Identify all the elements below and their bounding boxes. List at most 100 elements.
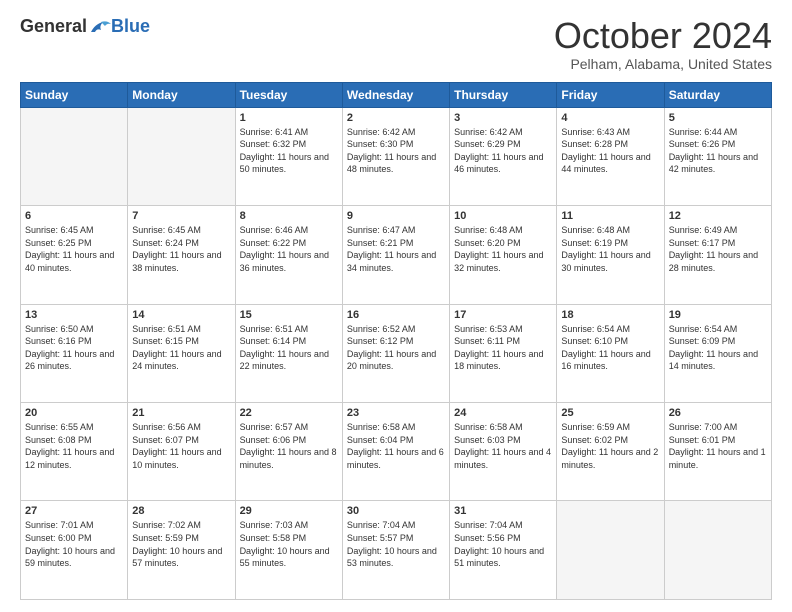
day-number: 31 <box>454 505 552 517</box>
calendar-week-row: 20 Sunrise: 6:55 AM Sunset: 6:08 PM Dayli… <box>21 403 772 501</box>
day-info: Sunrise: 6:51 AM Sunset: 6:15 PM Dayligh… <box>132 323 230 373</box>
table-row: 23Sunrise: 6:58 AM Sunset: 6:04 PM Dayli… <box>342 403 449 501</box>
day-info: Sunrise: 7:03 AM Sunset: 5:58 PM Dayligh… <box>240 519 338 569</box>
day-info: Sunrise: 6:55 AM Sunset: 6:08 PM Dayligh… <box>25 421 123 471</box>
day-info: Sunrise: 7:04 AM Sunset: 5:56 PM Dayligh… <box>454 519 552 569</box>
calendar-week-row: 13 Sunrise: 6:50 AM Sunset: 6:16 PM Dayli… <box>21 304 772 402</box>
day-number: 8 <box>240 210 338 222</box>
day-number: 16 <box>347 309 445 321</box>
table-row: 13 Sunrise: 6:50 AM Sunset: 6:16 PM Dayli… <box>21 304 128 402</box>
day-info: Sunrise: 6:44 AM Sunset: 6:26 PM Dayligh… <box>669 126 767 176</box>
page: General Blue October 2024 Pelham, Alabam… <box>0 0 792 612</box>
table-row: 15 Sunrise: 6:51 AM Sunset: 6:14 PM Dayli… <box>235 304 342 402</box>
day-info: Sunrise: 6:45 AM Sunset: 6:24 PM Dayligh… <box>132 224 230 274</box>
table-row: 7Sunrise: 6:45 AM Sunset: 6:24 PM Daylig… <box>128 206 235 304</box>
day-number: 3 <box>454 112 552 124</box>
day-info: Sunrise: 6:43 AM Sunset: 6:28 PM Dayligh… <box>561 126 659 176</box>
day-number: 15 <box>240 309 338 321</box>
day-number: 13 <box>25 309 123 321</box>
logo: General Blue <box>20 16 150 37</box>
day-number: 22 <box>240 407 338 419</box>
col-saturday: Saturday <box>664 82 771 107</box>
day-info: Sunrise: 6:52 AM Sunset: 6:12 PM Dayligh… <box>347 323 445 373</box>
day-number: 10 <box>454 210 552 222</box>
day-number: 21 <box>132 407 230 419</box>
table-row: 11 Sunrise: 6:48 AM Sunset: 6:19 PM Dayli… <box>557 206 664 304</box>
day-number: 25 <box>561 407 659 419</box>
table-row: 24Sunrise: 6:58 AM Sunset: 6:03 PM Dayli… <box>450 403 557 501</box>
day-info: Sunrise: 6:58 AM Sunset: 6:04 PM Dayligh… <box>347 421 445 471</box>
calendar-table: Sunday Monday Tuesday Wednesday Thursday… <box>20 82 772 600</box>
table-row: 26Sunrise: 7:00 AM Sunset: 6:01 PM Dayli… <box>664 403 771 501</box>
day-info: Sunrise: 6:47 AM Sunset: 6:21 PM Dayligh… <box>347 224 445 274</box>
day-number: 6 <box>25 210 123 222</box>
calendar-week-row: 6 Sunrise: 6:45 AM Sunset: 6:25 PM Daylig… <box>21 206 772 304</box>
day-info: Sunrise: 6:54 AM Sunset: 6:09 PM Dayligh… <box>669 323 767 373</box>
day-number: 27 <box>25 505 123 517</box>
day-info: Sunrise: 6:42 AM Sunset: 6:30 PM Dayligh… <box>347 126 445 176</box>
day-info: Sunrise: 7:01 AM Sunset: 6:00 PM Dayligh… <box>25 519 123 569</box>
table-row: 21 Sunrise: 6:56 AM Sunset: 6:07 PM Dayli… <box>128 403 235 501</box>
day-number: 24 <box>454 407 552 419</box>
col-friday: Friday <box>557 82 664 107</box>
table-row: 22Sunrise: 6:57 AM Sunset: 6:06 PM Dayli… <box>235 403 342 501</box>
table-row <box>128 107 235 205</box>
day-number: 9 <box>347 210 445 222</box>
day-info: Sunrise: 6:54 AM Sunset: 6:10 PM Dayligh… <box>561 323 659 373</box>
day-number: 29 <box>240 505 338 517</box>
day-info: Sunrise: 6:41 AM Sunset: 6:32 PM Dayligh… <box>240 126 338 176</box>
table-row: 30 Sunrise: 7:04 AM Sunset: 5:57 PM Dayli… <box>342 501 449 600</box>
day-info: Sunrise: 6:51 AM Sunset: 6:14 PM Dayligh… <box>240 323 338 373</box>
day-info: Sunrise: 6:49 AM Sunset: 6:17 PM Dayligh… <box>669 224 767 274</box>
col-tuesday: Tuesday <box>235 82 342 107</box>
day-number: 1 <box>240 112 338 124</box>
col-wednesday: Wednesday <box>342 82 449 107</box>
table-row <box>664 501 771 600</box>
logo-general-text: General <box>20 16 87 37</box>
table-row: 9 Sunrise: 6:47 AM Sunset: 6:21 PM Daylig… <box>342 206 449 304</box>
day-info: Sunrise: 6:50 AM Sunset: 6:16 PM Dayligh… <box>25 323 123 373</box>
table-row: 14 Sunrise: 6:51 AM Sunset: 6:15 PM Dayli… <box>128 304 235 402</box>
table-row: 4Sunrise: 6:43 AM Sunset: 6:28 PM Daylig… <box>557 107 664 205</box>
logo-bird-icon <box>89 18 111 36</box>
day-number: 5 <box>669 112 767 124</box>
day-info: Sunrise: 6:48 AM Sunset: 6:20 PM Dayligh… <box>454 224 552 274</box>
day-number: 12 <box>669 210 767 222</box>
table-row: 31 Sunrise: 7:04 AM Sunset: 5:56 PM Dayli… <box>450 501 557 600</box>
table-row <box>21 107 128 205</box>
day-info: Sunrise: 6:45 AM Sunset: 6:25 PM Dayligh… <box>25 224 123 274</box>
table-row <box>557 501 664 600</box>
table-row: 5 Sunrise: 6:44 AM Sunset: 6:26 PM Daylig… <box>664 107 771 205</box>
day-number: 28 <box>132 505 230 517</box>
table-row: 10 Sunrise: 6:48 AM Sunset: 6:20 PM Dayli… <box>450 206 557 304</box>
table-row: 28 Sunrise: 7:02 AM Sunset: 5:59 PM Dayli… <box>128 501 235 600</box>
table-row: 25Sunrise: 6:59 AM Sunset: 6:02 PM Dayli… <box>557 403 664 501</box>
day-info: Sunrise: 7:04 AM Sunset: 5:57 PM Dayligh… <box>347 519 445 569</box>
day-number: 18 <box>561 309 659 321</box>
title-block: October 2024 Pelham, Alabama, United Sta… <box>554 16 772 72</box>
table-row: 19 Sunrise: 6:54 AM Sunset: 6:09 PM Dayli… <box>664 304 771 402</box>
day-number: 11 <box>561 210 659 222</box>
logo-blue-text: Blue <box>111 16 150 37</box>
day-number: 30 <box>347 505 445 517</box>
header: General Blue October 2024 Pelham, Alabam… <box>20 16 772 72</box>
calendar-week-row: 1 Sunrise: 6:41 AM Sunset: 6:32 PM Daylig… <box>21 107 772 205</box>
table-row: 1 Sunrise: 6:41 AM Sunset: 6:32 PM Daylig… <box>235 107 342 205</box>
table-row: 2Sunrise: 6:42 AM Sunset: 6:30 PM Daylig… <box>342 107 449 205</box>
col-thursday: Thursday <box>450 82 557 107</box>
table-row: 27 Sunrise: 7:01 AM Sunset: 6:00 PM Dayli… <box>21 501 128 600</box>
day-info: Sunrise: 6:56 AM Sunset: 6:07 PM Dayligh… <box>132 421 230 471</box>
table-row: 6 Sunrise: 6:45 AM Sunset: 6:25 PM Daylig… <box>21 206 128 304</box>
table-row: 8Sunrise: 6:46 AM Sunset: 6:22 PM Daylig… <box>235 206 342 304</box>
calendar-week-row: 27 Sunrise: 7:01 AM Sunset: 6:00 PM Dayli… <box>21 501 772 600</box>
day-info: Sunrise: 6:42 AM Sunset: 6:29 PM Dayligh… <box>454 126 552 176</box>
day-info: Sunrise: 7:02 AM Sunset: 5:59 PM Dayligh… <box>132 519 230 569</box>
day-info: Sunrise: 6:48 AM Sunset: 6:19 PM Dayligh… <box>561 224 659 274</box>
day-number: 19 <box>669 309 767 321</box>
day-number: 20 <box>25 407 123 419</box>
table-row: 12 Sunrise: 6:49 AM Sunset: 6:17 PM Dayli… <box>664 206 771 304</box>
day-info: Sunrise: 7:00 AM Sunset: 6:01 PM Dayligh… <box>669 421 767 471</box>
day-number: 14 <box>132 309 230 321</box>
calendar-header-row: Sunday Monday Tuesday Wednesday Thursday… <box>21 82 772 107</box>
col-sunday: Sunday <box>21 82 128 107</box>
